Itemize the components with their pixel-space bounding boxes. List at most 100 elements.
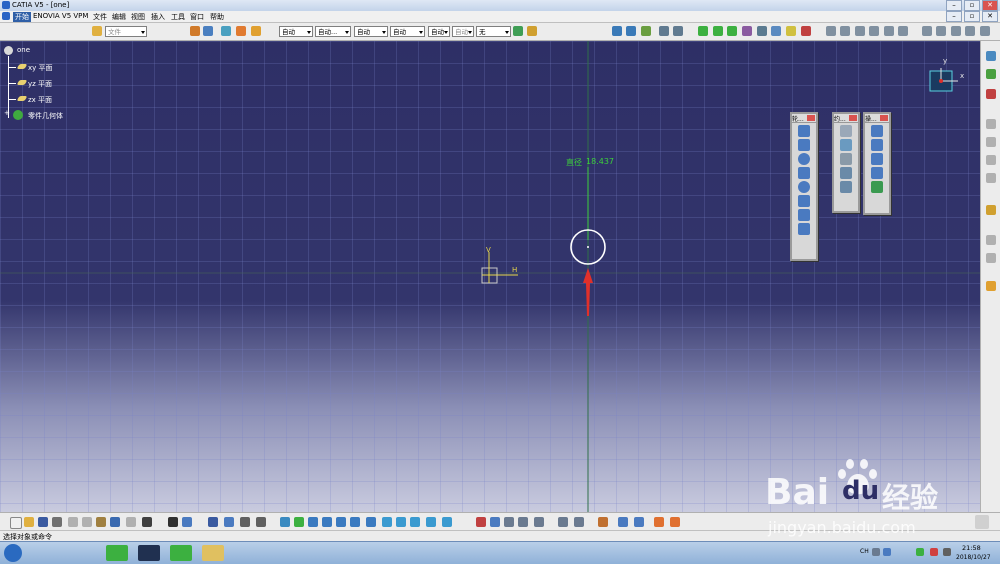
ellipse-tool-icon[interactable]	[798, 181, 810, 193]
tool-right-6[interactable]	[986, 155, 996, 165]
redo-icon[interactable]	[126, 517, 136, 527]
clock-date[interactable]: 2018/10/27	[956, 554, 991, 561]
start-orb-icon[interactable]	[4, 544, 22, 562]
sketch-tool-icon-1[interactable]	[490, 517, 500, 527]
taskbar-app-2-icon[interactable]	[138, 545, 160, 561]
normal-view-icon[interactable]	[366, 517, 376, 527]
sketch-tool-icon-11[interactable]	[670, 517, 680, 527]
clock-time[interactable]: 21:58	[962, 544, 981, 552]
palette-constraint-header[interactable]: 约...	[834, 114, 858, 123]
sketch-tool-icon-5[interactable]	[558, 517, 568, 527]
rectangle-tool-icon[interactable]	[798, 139, 810, 151]
iso-view-icon[interactable]	[382, 517, 392, 527]
constraint-dialog-icon[interactable]	[840, 125, 852, 137]
sketch-tool-icon-4[interactable]	[534, 517, 544, 527]
sketch-tool-icon-6[interactable]	[574, 517, 584, 527]
palette-operation-header[interactable]: 操...	[865, 114, 889, 123]
tray-icon-5[interactable]	[943, 548, 951, 556]
compass-icon[interactable]	[929, 68, 958, 92]
pan-view-icon[interactable]	[308, 517, 318, 527]
cut-icon[interactable]	[68, 517, 78, 527]
tray-icon-4[interactable]	[930, 548, 938, 556]
open-icon[interactable]	[24, 517, 34, 527]
sketch-tool-icon-3[interactable]	[518, 517, 528, 527]
save-icon[interactable]	[38, 517, 48, 527]
circle-tool-icon[interactable]	[798, 153, 810, 165]
baidu-watermark: Bai du 经验 jingyan.baidu.com	[760, 452, 955, 542]
tool-right-10[interactable]	[986, 253, 996, 263]
taskbar-app-1-icon[interactable]	[106, 545, 128, 561]
dimension-value[interactable]: 18.437	[586, 157, 614, 166]
zoom-out-icon[interactable]	[350, 517, 360, 527]
whats-this-icon[interactable]	[142, 517, 152, 527]
palette-close-icon[interactable]	[849, 115, 857, 121]
taskbar-app-4-icon[interactable]	[202, 545, 224, 561]
corner-icon[interactable]	[871, 125, 883, 137]
tool-right-11[interactable]	[986, 281, 996, 291]
tool-right-9[interactable]	[986, 235, 996, 245]
project-3d-icon[interactable]	[871, 181, 883, 193]
watermark-brand: Bai	[765, 472, 830, 513]
sketch-tool-icon-7[interactable]	[598, 517, 608, 527]
point-tool-icon[interactable]	[798, 223, 810, 235]
tray-icon-3[interactable]	[916, 548, 924, 556]
palette-close-icon[interactable]	[807, 115, 815, 121]
catalog-icon[interactable]	[208, 517, 218, 527]
constraint-icon[interactable]	[840, 139, 852, 151]
tool-right-5[interactable]	[986, 137, 996, 147]
zoom-in-icon[interactable]	[336, 517, 346, 527]
dimension-label[interactable]: 直径	[566, 157, 582, 168]
trim-icon[interactable]	[871, 153, 883, 165]
sketch-tool-icon-9[interactable]	[634, 517, 644, 527]
print-icon[interactable]	[52, 517, 62, 527]
tray-icon-1[interactable]	[872, 548, 880, 556]
tool-right-7[interactable]	[986, 173, 996, 183]
chamfer-icon[interactable]	[871, 139, 883, 151]
tools-icon-2[interactable]	[256, 517, 266, 527]
tray-lang[interactable]: CH	[860, 548, 869, 555]
paste-icon[interactable]	[96, 517, 106, 527]
constraint-toggle-icon[interactable]	[986, 89, 996, 99]
rotate-icon[interactable]	[322, 517, 332, 527]
swap-visible-icon[interactable]	[426, 517, 436, 527]
swap-icon[interactable]	[224, 517, 234, 527]
palette-close-icon[interactable]	[880, 115, 888, 121]
render-style-icon[interactable]	[396, 517, 406, 527]
taskbar-app-3-icon[interactable]	[170, 545, 192, 561]
palette-operation[interactable]: 操...	[863, 112, 891, 215]
tray-icon-2[interactable]	[883, 548, 891, 556]
auto-constraint-icon[interactable]	[840, 181, 852, 193]
line-tool-icon[interactable]	[798, 195, 810, 207]
circle-center-point[interactable]	[587, 246, 589, 248]
palette-constraint[interactable]: 约...	[832, 112, 860, 213]
sketch-tool-icon-2[interactable]	[504, 517, 514, 527]
fit-all-icon[interactable]	[294, 517, 304, 527]
copy-icon[interactable]	[82, 517, 92, 527]
red-arrow-annotation	[583, 268, 593, 316]
profile-tool-icon[interactable]	[798, 125, 810, 137]
tool-right-4[interactable]	[986, 119, 996, 129]
view-mode-icon[interactable]	[442, 517, 452, 527]
watermark-url: jingyan.baidu.com	[768, 518, 916, 537]
exit-workbench-icon[interactable]	[986, 69, 996, 79]
contact-constraint-icon[interactable]	[840, 153, 852, 165]
formula-fx-icon[interactable]	[168, 517, 178, 527]
sketch-tool-icon-10[interactable]	[654, 517, 664, 527]
sketch-analysis-icon[interactable]	[476, 517, 486, 527]
palette-profile-header[interactable]: 轮...	[792, 114, 816, 123]
palette-profile[interactable]: 轮...	[790, 112, 818, 261]
sketch-icon[interactable]	[986, 51, 996, 61]
mirror-icon[interactable]	[871, 167, 883, 179]
axis-tool-icon[interactable]	[798, 209, 810, 221]
comment-icon[interactable]	[182, 517, 192, 527]
spline-tool-icon[interactable]	[798, 167, 810, 179]
sketch-tool-icon-8[interactable]	[618, 517, 628, 527]
fix-together-icon[interactable]	[840, 167, 852, 179]
watermark-brand-2: du	[842, 476, 880, 506]
fly-icon[interactable]	[280, 517, 290, 527]
tools-icon[interactable]	[240, 517, 250, 527]
hide-show-icon[interactable]	[410, 517, 420, 527]
new-icon[interactable]	[10, 517, 22, 529]
undo-icon[interactable]	[110, 517, 120, 527]
tool-right-8[interactable]	[986, 205, 996, 215]
